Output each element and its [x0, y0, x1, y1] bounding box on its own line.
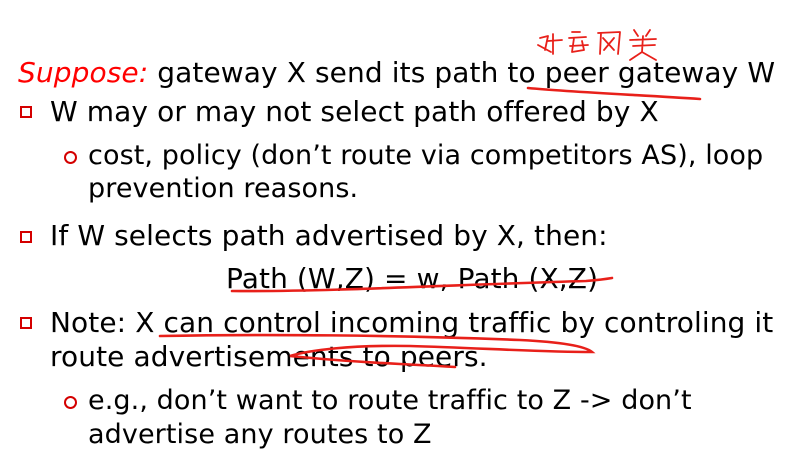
subbullet-1-line-2: prevention reasons. [88, 173, 359, 204]
subbullet-2-line-2: advertise any routes to Z [88, 419, 432, 450]
bullet-3-line-2: route advertisements to peers. [50, 340, 488, 373]
intro-text: gateway X send its path to peer gateway … [148, 56, 776, 89]
square-bullet-1 [20, 106, 32, 118]
square-bullet-3 [20, 317, 32, 329]
path-formula: Path (W,Z) = w, Path (X,Z) [226, 262, 599, 295]
subbullet-1-line-1: cost, policy (don’t route via competitor… [88, 140, 764, 171]
intro-line: Suppose: gateway X send its path to peer… [18, 56, 775, 90]
title-fragment [510, 0, 566, 5]
bullet-1-text: W may or may not select path offered by … [50, 95, 659, 128]
circle-bullet-2 [64, 396, 77, 409]
bullet-2-text: If W selects path advertised by X, then: [50, 219, 608, 252]
subbullet-2-line-1: e.g., don’t want to route traffic to Z -… [88, 385, 692, 416]
intro-label: Suppose: [18, 56, 149, 89]
square-bullet-2 [20, 231, 32, 243]
bullet-3-line-1: Note: X can control incoming traffic by … [50, 306, 774, 339]
slide: Suppose: gateway X send its path to peer… [0, 0, 792, 465]
circle-bullet-1 [64, 151, 77, 164]
